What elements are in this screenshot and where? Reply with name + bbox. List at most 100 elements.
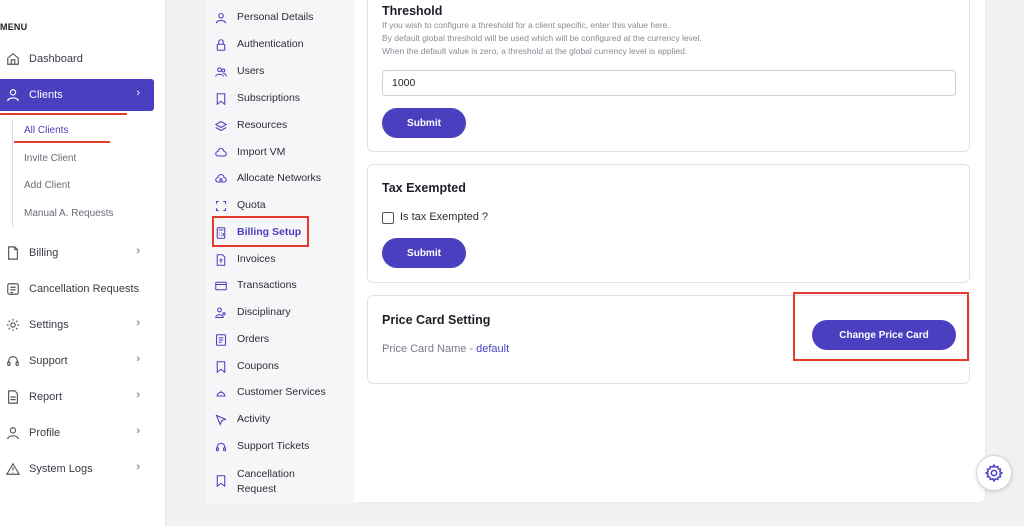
sidebar-item-label: Cancellation Requests [29,283,140,295]
price-card-name: Price Card Name - default [382,343,509,355]
highlight-box-change-price-card [793,292,969,361]
client-nav-label: Quota [237,199,266,211]
service-icon [215,387,227,399]
client-nav-label: Allocate Networks [237,172,322,184]
threshold-submit-button[interactable]: Submit [382,108,466,138]
sidebar-item-label: Settings [29,319,69,331]
client-subnav: Personal Details Authentication Users Su… [205,0,354,503]
user-icon [6,88,20,102]
tax-exempted-label: Is tax Exempted ? [400,211,489,223]
floating-settings-button[interactable] [976,455,1012,491]
chevron-right-icon: › [136,87,140,99]
client-nav-users[interactable]: Users [215,65,350,78]
menu-label: MENU [0,22,28,32]
chevron-right-icon: › [136,353,140,365]
client-nav-label: Invoices [237,253,276,265]
threshold-card: Threshold If you wish to configure a thr… [367,0,970,152]
cursor-icon [215,414,227,426]
client-nav-label: Cancellation Request [237,467,295,497]
client-nav-import-vm[interactable]: Import VM [215,146,350,159]
client-nav-label: Activity [237,413,271,425]
highlight-underline [14,141,110,143]
threshold-title: Threshold [382,4,443,18]
client-nav-transactions[interactable]: Transactions [215,279,350,292]
person-icon [6,426,20,440]
gear-icon [984,463,1004,483]
price-card-title: Price Card Setting [382,313,491,327]
client-nav-label-line1: Cancellation [237,468,295,480]
chevron-right-icon: › [136,461,140,473]
warning-icon [6,462,20,476]
highlight-underline [0,113,127,115]
bookmark-icon [215,93,227,105]
chevron-right-icon: › [136,425,140,437]
person-icon [215,12,227,24]
client-nav-subscriptions[interactable]: Subscriptions [215,92,350,105]
threshold-help-2: By default global threshold will be used… [382,33,702,43]
tax-exempted-title: Tax Exempted [382,181,466,195]
client-nav-disciplinary[interactable]: Disciplinary [215,306,350,319]
main-sidebar: MENU Dashboard Clients › All Clients Inv… [0,0,166,526]
sidebar-item-cancellation-requests[interactable]: Cancellation Requests [0,273,154,305]
lock-icon [215,39,227,51]
headset-icon [215,441,227,453]
submenu-manual-requests[interactable]: Manual A. Requests [24,208,114,219]
report-icon [6,390,20,404]
client-nav-label: Import VM [237,146,286,158]
card-icon [215,280,227,292]
sidebar-item-label: Report [29,391,63,403]
sidebar-item-label: Billing [29,247,59,259]
client-nav-invoices[interactable]: Invoices [215,253,350,266]
client-nav-personal-details[interactable]: Personal Details [215,11,350,24]
client-nav-label: Support Tickets [237,440,310,452]
client-nav-customer-services[interactable]: Customer Services [215,386,350,399]
client-nav-coupons[interactable]: Coupons [215,360,350,373]
client-nav-orders[interactable]: Orders [215,333,350,346]
client-nav-label: Authentication [237,38,304,50]
tax-submit-button[interactable]: Submit [382,238,466,268]
home-icon [6,52,20,66]
sidebar-item-report[interactable]: Report › [0,381,154,413]
sidebar-item-settings[interactable]: Settings › [0,309,154,341]
sidebar-item-label: Support [29,355,68,367]
price-card-name-label: Price Card Name - [382,343,477,355]
threshold-help-1: If you wish to configure a threshold for… [382,20,670,30]
client-nav-cancellation-request[interactable]: Cancellation Request [215,467,350,497]
invoice-icon [215,254,227,266]
document-icon [6,246,20,260]
orders-icon [215,334,227,346]
sidebar-item-dashboard[interactable]: Dashboard [0,43,154,75]
sidebar-item-label: Clients [29,89,63,101]
client-nav-authentication[interactable]: Authentication [215,38,350,51]
highlight-box-billing-setup [212,216,309,247]
gear-icon [6,318,20,332]
client-nav-label: Coupons [237,360,280,372]
submenu-guide-line [12,119,13,227]
users-icon [215,66,227,78]
sidebar-item-label: Profile [29,427,61,439]
client-nav-activity[interactable]: Activity [215,413,350,426]
chevron-right-icon: › [136,317,140,329]
sidebar-item-label: Dashboard [29,53,83,65]
client-nav-label: Orders [237,333,270,345]
client-nav-allocate-networks[interactable]: Allocate Networks [215,172,350,185]
client-nav-label: Transactions [237,279,297,291]
submenu-invite-client[interactable]: Invite Client [24,153,76,164]
client-nav-resources[interactable]: Resources [215,119,350,132]
tax-exempted-checkbox[interactable] [382,212,394,224]
sidebar-item-support[interactable]: Support › [0,345,154,377]
bookmark-icon [215,361,227,373]
sidebar-item-system-logs[interactable]: System Logs › [0,453,154,485]
sidebar-item-profile[interactable]: Profile › [0,417,154,449]
client-nav-quota[interactable]: Quota [215,199,350,212]
threshold-input[interactable]: 1000 [382,70,956,96]
sidebar-item-billing[interactable]: Billing › [0,237,154,269]
client-nav-label: Subscriptions [237,92,301,104]
submenu-all-clients[interactable]: All Clients [24,125,68,136]
client-nav-label: Users [237,65,265,77]
threshold-help-3: When the default value is zero, a thresh… [382,46,688,56]
submenu-add-client[interactable]: Add Client [24,180,70,191]
client-nav-support-tickets[interactable]: Support Tickets [215,440,350,453]
sidebar-item-clients[interactable]: Clients › [0,79,154,111]
network-icon [215,173,227,185]
